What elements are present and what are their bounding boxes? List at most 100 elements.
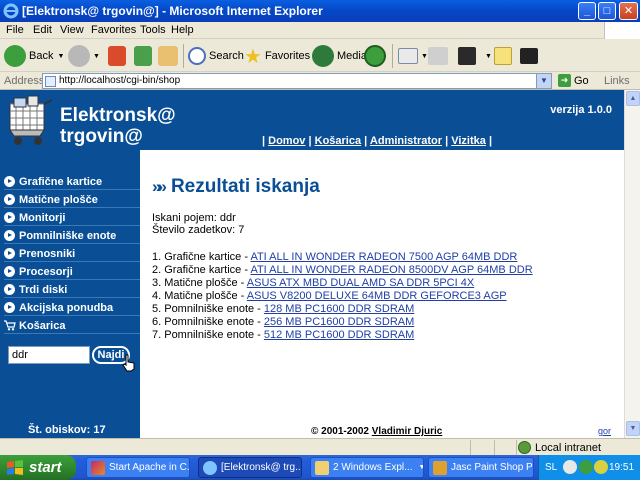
result-link[interactable]: ATI ALL IN WONDER RADEON 8500DV AGP 64MB… (250, 264, 532, 276)
address-input[interactable]: http://localhost/cgi-bin/shop ▼ (42, 73, 552, 89)
ie-logo-icon (203, 460, 217, 475)
edit-button[interactable]: ▼ (458, 43, 492, 69)
result-item: 3. Matične plošče - ASUS ATX MBD DUAL AM… (152, 277, 475, 289)
sidebar-item-memory[interactable]: Pomnilniške enote (4, 228, 140, 244)
status-bar: Local intranet (0, 438, 640, 455)
result-link[interactable]: 512 MB PC1600 DDR SDRAM (264, 329, 414, 341)
taskbar-item-explorer[interactable]: 2 Windows Expl... ▼ (310, 457, 424, 478)
hand-pointer-icon (122, 354, 135, 372)
footer: © 2001-2002 Vladimir Djuric (311, 426, 442, 437)
forward-button[interactable]: ▼ (68, 43, 100, 69)
author-link[interactable]: Vladimir Djuric (372, 426, 443, 437)
result-link[interactable]: ATI ALL IN WONDER RADEON 7500 AGP 64MB D… (250, 251, 517, 263)
top-link[interactable]: gor (598, 426, 611, 436)
paint-icon (433, 460, 447, 475)
go-arrow-icon: ➜ (558, 74, 571, 87)
nav-home-link[interactable]: Domov (268, 135, 305, 147)
sidebar-item-cart[interactable]: Košarica (4, 318, 140, 334)
search-icon (188, 47, 206, 65)
menu-help[interactable]: Help (171, 24, 194, 36)
result-item: 1. Grafične kartice - ATI ALL IN WONDER … (152, 251, 518, 263)
sidebar-item-label: Trdi diski (19, 283, 68, 296)
tray-app-icon[interactable] (579, 460, 593, 474)
discuss-button[interactable] (494, 43, 515, 69)
query-line: Iskani pojem: ddr (152, 212, 236, 224)
search-label: Search (209, 50, 244, 62)
feather-icon (91, 460, 105, 475)
arrow-bullet-icon (4, 230, 15, 241)
media-button[interactable]: Media (312, 43, 367, 69)
search-button[interactable]: Search (188, 43, 244, 69)
chevron-down-icon: ▼ (57, 52, 65, 60)
brand-line1: Elektronsk@ (60, 105, 176, 126)
sidebar-item-label: Prenosniki (19, 247, 76, 260)
status-cell (494, 440, 516, 455)
chevron-down-icon: ▼ (485, 52, 492, 60)
minimize-button[interactable]: _ (578, 2, 596, 20)
maximize-button[interactable]: □ (598, 2, 616, 20)
result-link[interactable]: 256 MB PC1600 DDR SDRAM (264, 316, 414, 328)
taskbar-item-apache[interactable]: Start Apache in C... (86, 457, 190, 478)
sidebar-item-hard-disks[interactable]: Trdi diski (4, 282, 140, 298)
print-icon (428, 47, 448, 65)
sidebar-item-motherboards[interactable]: Matične plošče (4, 192, 140, 208)
messenger-button[interactable] (520, 43, 541, 69)
go-button[interactable]: ➜ Go (558, 74, 589, 87)
sidebar-item-label: Košarica (19, 319, 66, 332)
mail-button[interactable]: ▼ (398, 43, 428, 69)
menu-view[interactable]: View (60, 24, 84, 36)
close-button[interactable]: ✕ (619, 2, 638, 20)
discuss-icon (494, 47, 512, 65)
result-link[interactable]: ASUS ATX MBD DUAL AMD SA DDR 5PCI 4X (247, 277, 474, 289)
refresh-icon (134, 46, 152, 66)
arrow-bullet-icon (4, 248, 15, 259)
menu-edit[interactable]: Edit (33, 24, 52, 36)
language-indicator[interactable]: SL (545, 462, 557, 473)
sidebar-item-special-offer[interactable]: Akcijska ponudba (4, 300, 140, 316)
network-icon[interactable] (563, 460, 577, 474)
address-dropdown-icon[interactable]: ▼ (536, 74, 551, 88)
favorites-button[interactable]: ★ Favorites (244, 43, 310, 69)
sidebar-item-graphics-cards[interactable]: Grafične kartice (4, 174, 140, 190)
nav-admin-link[interactable]: Administrator (370, 135, 442, 147)
window-titlebar[interactable]: [Elektronsk@ trgovin@] - Microsoft Inter… (0, 0, 640, 22)
go-label: Go (574, 74, 589, 87)
result-item: 4. Matične plošče - ASUS V8200 DELUXE 64… (152, 290, 507, 302)
window-title: [Elektronsk@ trgovin@] - Microsoft Inter… (22, 4, 323, 18)
result-link[interactable]: 128 MB PC1600 DDR SDRAM (264, 303, 414, 315)
visit-counter: Št. obiskov: 17 (28, 424, 106, 436)
toolbar-separator (392, 44, 393, 68)
sidebar-item-processors[interactable]: Procesorji (4, 264, 140, 280)
taskbar-item-paintshop[interactable]: Jasc Paint Shop Pro (428, 457, 534, 478)
edit-icon (458, 47, 476, 65)
task-label: Jasc Paint Shop Pro (451, 462, 534, 473)
menu-file[interactable]: File (6, 24, 24, 36)
scroll-up-icon[interactable]: ▲ (626, 91, 640, 106)
scroll-down-icon[interactable]: ▼ (626, 421, 640, 436)
print-button[interactable] (428, 43, 451, 69)
nav-cart-link[interactable]: Košarica (315, 135, 361, 147)
sidebar-item-laptops[interactable]: Prenosniki (4, 246, 140, 262)
history-button[interactable] (364, 43, 389, 69)
refresh-button[interactable] (134, 43, 155, 69)
volume-icon[interactable] (594, 460, 608, 474)
result-item: 6. Pomnilniške enote - 256 MB PC1600 DDR… (152, 316, 415, 328)
status-cell (470, 440, 494, 455)
arrow-bullet-icon (4, 302, 15, 313)
taskbar-item-ie[interactable]: [Elektronsk@ trg... (198, 457, 302, 478)
home-button[interactable] (158, 43, 181, 69)
task-label: [Elektronsk@ trg... (221, 462, 302, 473)
clock: 19:51 (609, 462, 635, 473)
nav-card-link[interactable]: Vizitka (451, 135, 486, 147)
menu-tools[interactable]: Tools (140, 24, 166, 36)
search-input[interactable] (8, 346, 90, 364)
stop-button[interactable] (108, 43, 129, 69)
start-button[interactable]: start (0, 455, 76, 480)
menu-favorites[interactable]: Favorites (91, 24, 136, 36)
result-link[interactable]: ASUS V8200 DELUXE 64MB DDR GEFORCE3 AGP (247, 290, 507, 302)
vertical-scrollbar[interactable]: ▲ ▼ (624, 90, 640, 438)
media-icon (312, 45, 334, 67)
links-toolbar[interactable]: Links (604, 75, 630, 87)
back-button[interactable]: Back ▼ (4, 43, 64, 69)
sidebar-item-monitors[interactable]: Monitorji (4, 210, 140, 226)
